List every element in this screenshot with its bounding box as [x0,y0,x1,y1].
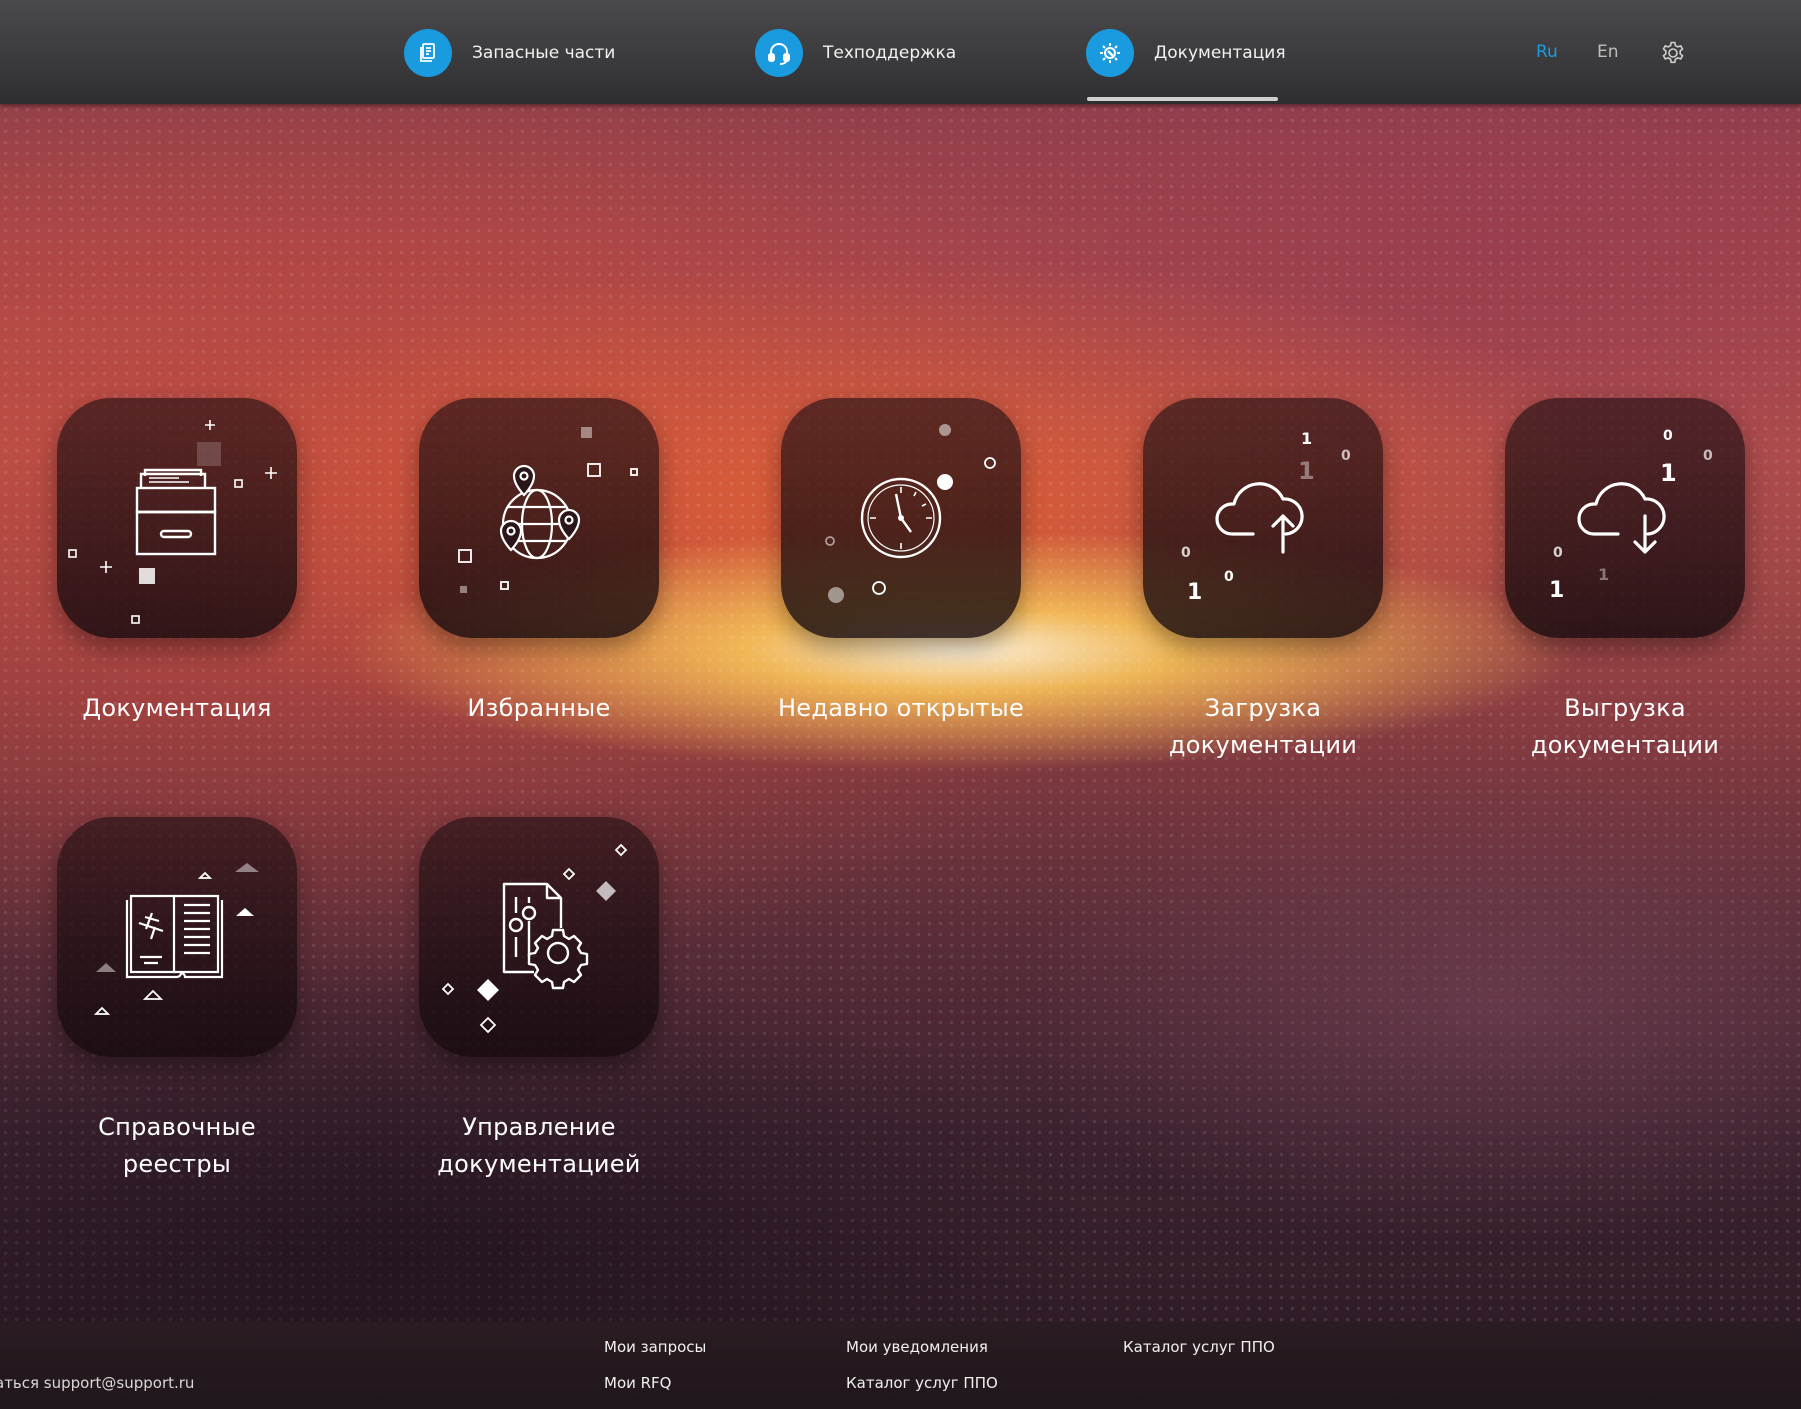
globe-pins-icon [458,427,638,593]
tile-registries-label: Справочные реестры [98,1113,256,1178]
tile-favorites[interactable]: Избранные [419,398,659,727]
lang-ru-button[interactable]: Ru [1536,42,1558,62]
footer-link-my-notifications[interactable]: Мои уведомления [846,1338,988,1356]
tile-doc-management-label: Управление документацией [437,1113,641,1178]
svg-text:1: 1 [1660,459,1677,487]
tile-upload-label: Загрузка документации [1168,694,1358,759]
document-settings-icon [441,843,628,1034]
nav-spare-parts-label: Запасные части [472,43,616,63]
svg-text:0: 0 [1224,569,1234,585]
tile-recent[interactable]: Недавно открытые [778,398,1024,727]
tile-download[interactable]: 0 1 0 0 1 1 Выгрузка документации [1505,398,1745,764]
tile-download-box[interactable]: 0 1 0 0 1 1 [1505,398,1745,638]
cloud-upload-icon: 1 1 0 0 0 1 [1181,429,1351,605]
nav-tech-support[interactable]: Техподдержка [755,29,956,77]
tile-favorites-box[interactable] [419,398,659,638]
tile-doc-management[interactable]: Управление документацией [419,817,659,1183]
gear-wrench-icon [1086,29,1134,77]
svg-text:1: 1 [1549,578,1564,603]
tile-upload[interactable]: 1 1 0 0 0 1 Загрузка документации [1143,398,1383,764]
tile-documentation-box[interactable] [57,398,297,638]
svg-text:1: 1 [1598,565,1609,584]
footer-link-ppo-catalog[interactable]: Каталог услуг ППО [846,1374,998,1392]
headset-icon [755,29,803,77]
active-tab-indicator [1087,97,1278,101]
footer-link-my-rfq[interactable]: Мои RFQ [604,1374,672,1392]
footer-link-my-requests[interactable]: Мои запросы [604,1338,706,1356]
tile-recent-label: Недавно открытые [777,694,1025,722]
nav-spare-parts[interactable]: Запасные части [404,29,615,77]
tile-favorites-label: Избранные [467,694,611,722]
tile-doc-management-box[interactable] [419,817,659,1057]
lang-en-button[interactable]: En [1597,42,1619,62]
book-plane-icon [93,863,259,1015]
svg-text:0: 0 [1341,448,1351,464]
svg-text:0: 0 [1663,428,1673,444]
file-drawer-icon [68,420,277,624]
svg-text:0: 0 [1553,545,1563,561]
tile-documentation-label: Документация [82,694,272,722]
nav-tech-support-label: Техподдержка [823,43,957,63]
tile-recent-box[interactable] [781,398,1021,638]
tile-documentation[interactable]: Документация [57,398,297,727]
footer-link-ppo-catalog-2[interactable]: Каталог услуг ППО [1123,1338,1275,1356]
nav-documentation[interactable]: Документация [1086,29,1286,77]
tile-registries[interactable]: Справочные реестры [57,817,297,1183]
footer-contact: аться support@support.ru [0,1374,195,1392]
nav-documentation-label: Документация [1154,43,1286,63]
svg-text:1: 1 [1301,429,1312,448]
svg-text:1: 1 [1298,457,1315,485]
clock-icon [825,424,996,603]
tile-upload-box[interactable]: 1 1 0 0 0 1 [1143,398,1383,638]
svg-text:0: 0 [1181,545,1191,561]
settings-gear-icon[interactable] [1660,40,1686,66]
spare-parts-icon [404,29,452,77]
top-navigation-bar: Запасные части Техподдержка Документация… [0,0,1801,104]
footer [0,1322,1801,1409]
tile-download-label: Выгрузка документации [1530,694,1720,759]
tile-registries-box[interactable] [57,817,297,1057]
svg-text:1: 1 [1187,580,1202,605]
svg-text:0: 0 [1703,448,1713,464]
cloud-download-icon: 0 1 0 0 1 1 [1549,428,1713,603]
